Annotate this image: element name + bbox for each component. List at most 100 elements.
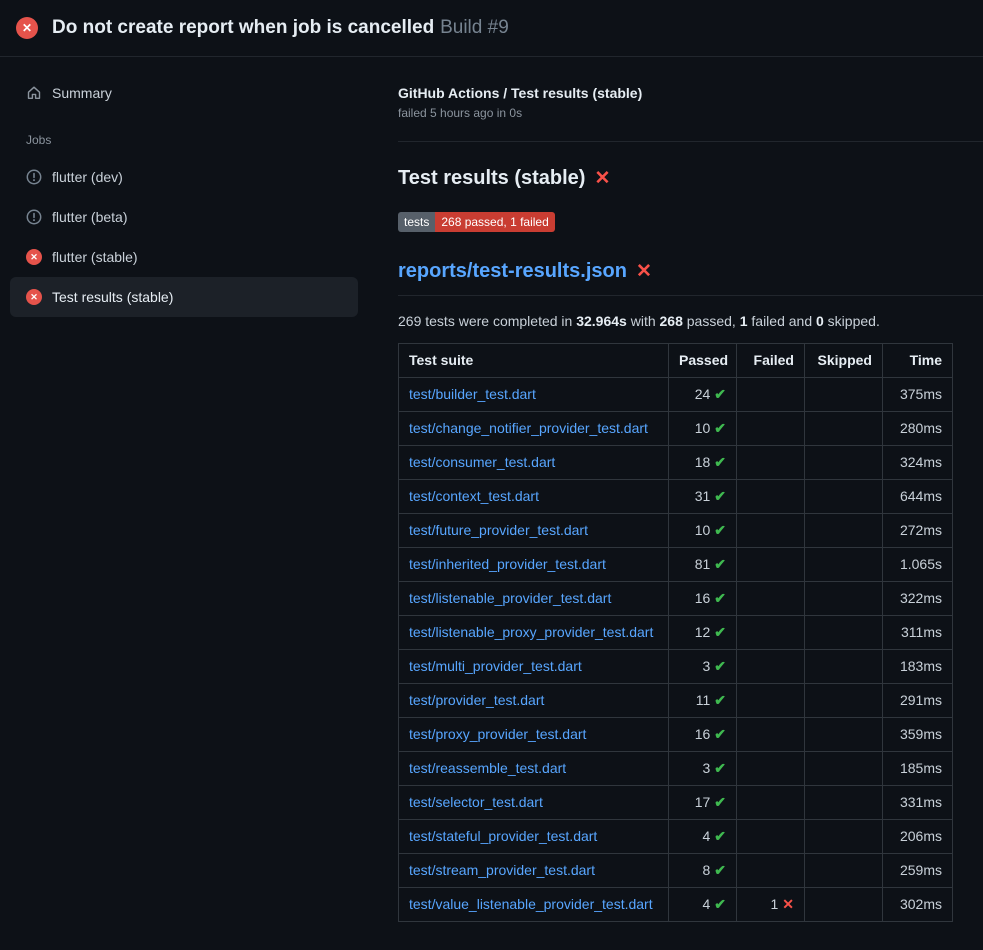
table-row: test/provider_test.dart 11✔ 291ms	[399, 684, 953, 718]
summary-time: 32.964s	[576, 313, 627, 329]
sidebar-item-summary[interactable]: Summary	[10, 73, 358, 113]
time-cell: 302ms	[883, 888, 953, 922]
time-cell: 1.065s	[883, 548, 953, 582]
passed-count: 16	[695, 590, 711, 606]
test-suite-link[interactable]: test/reassemble_test.dart	[409, 760, 566, 776]
time-cell: 280ms	[883, 412, 953, 446]
test-suite-link[interactable]: test/inherited_provider_test.dart	[409, 556, 606, 572]
passed-count: 10	[695, 522, 711, 538]
test-suite-link[interactable]: test/value_listenable_provider_test.dart	[409, 896, 653, 912]
skipped-cell	[805, 582, 883, 616]
passed-cell: 11✔	[669, 684, 737, 718]
summary-line: 269 tests were completed in 32.964s with…	[398, 313, 983, 329]
summary-skipped: 0	[816, 313, 824, 329]
run-header: ✕ Do not create report when job is cance…	[0, 0, 983, 57]
test-suite-link[interactable]: test/change_notifier_provider_test.dart	[409, 420, 648, 436]
test-suite-link[interactable]: test/stream_provider_test.dart	[409, 862, 595, 878]
suite-cell: test/change_notifier_provider_test.dart	[399, 412, 669, 446]
failed-cell: 1✕	[737, 888, 805, 922]
failed-status-icon: ✕	[26, 249, 42, 265]
passed-cell: 8✔	[669, 854, 737, 888]
check-icon: ✔	[714, 556, 726, 572]
passed-count: 3	[702, 760, 710, 776]
cross-icon: ✕	[782, 896, 794, 912]
table-row: test/selector_test.dart17✔331ms	[399, 786, 953, 820]
passed-cell: 81✔	[669, 548, 737, 582]
skipped-cell	[805, 650, 883, 684]
table-row: test/consumer_test.dart18✔324ms	[399, 446, 953, 480]
table-row: test/inherited_provider_test.dart 81✔ 1.06…	[399, 548, 953, 582]
passed-cell: 10✔	[669, 412, 737, 446]
passed-count: 11	[696, 692, 711, 708]
test-suite-link[interactable]: test/listenable_proxy_provider_test.dart	[409, 624, 653, 640]
suite-cell: test/listenable_proxy_provider_test.dart	[399, 616, 669, 650]
test-suite-link[interactable]: test/stateful_provider_test.dart	[409, 828, 597, 844]
failed-cell	[737, 752, 805, 786]
check-icon: ✔	[714, 794, 726, 810]
skipped-cell	[805, 378, 883, 412]
time-cell: 272ms	[883, 514, 953, 548]
test-suite-link[interactable]: test/multi_provider_test.dart	[409, 658, 582, 674]
sidebar-item-flutter-beta[interactable]: flutter (beta)	[10, 197, 358, 237]
col-header-skipped: Skipped	[805, 344, 883, 378]
suite-cell: test/reassemble_test.dart	[399, 752, 669, 786]
failed-cell	[737, 820, 805, 854]
passed-count: 10	[695, 420, 711, 436]
sidebar-item-test-results-stable[interactable]: ✕ Test results (stable)	[10, 277, 358, 317]
results-table: Test suite Passed Failed Skipped Time te…	[398, 343, 953, 922]
check-icon: ✔	[714, 896, 726, 912]
failed-cell	[737, 786, 805, 820]
failed-cell	[737, 616, 805, 650]
sidebar-item-flutter-dev[interactable]: flutter (dev)	[10, 157, 358, 197]
test-suite-link[interactable]: test/context_test.dart	[409, 488, 539, 504]
passed-cell: 10✔	[669, 514, 737, 548]
report-link[interactable]: reports/test-results.json	[398, 260, 627, 283]
passed-count: 4	[702, 896, 710, 912]
passed-cell: 3✔	[669, 650, 737, 684]
test-suite-link[interactable]: test/provider_test.dart	[409, 692, 544, 708]
suite-cell: test/context_test.dart	[399, 480, 669, 514]
skipped-cell	[805, 820, 883, 854]
sidebar-item-flutter-stable[interactable]: ✕ flutter (stable)	[10, 237, 358, 277]
skipped-cell	[805, 752, 883, 786]
suite-cell: test/listenable_provider_test.dart	[399, 582, 669, 616]
table-row: test/multi_provider_test.dart3✔183ms	[399, 650, 953, 684]
table-row: test/change_notifier_provider_test.dart 1…	[399, 412, 953, 446]
suite-cell: test/multi_provider_test.dart	[399, 650, 669, 684]
test-suite-link[interactable]: test/builder_test.dart	[409, 386, 536, 402]
report-title: reports/test-results.json ✕	[398, 260, 983, 296]
summary-passed: 268	[660, 313, 683, 329]
passed-cell: 4✔	[669, 888, 737, 922]
passed-cell: 31✔	[669, 480, 737, 514]
badge-label: tests	[398, 212, 435, 232]
sidebar: Summary Jobs flutter (dev) flut	[0, 57, 370, 317]
table-row: test/stream_provider_test.dart8✔259ms	[399, 854, 953, 888]
test-suite-link[interactable]: test/selector_test.dart	[409, 794, 543, 810]
suite-cell: test/inherited_provider_test.dart	[399, 548, 669, 582]
suite-cell: test/consumer_test.dart	[399, 446, 669, 480]
failed-cell	[737, 684, 805, 718]
suite-cell: test/builder_test.dart	[399, 378, 669, 412]
passed-count: 24	[695, 386, 711, 402]
failed-cell	[737, 854, 805, 888]
time-cell: 324ms	[883, 446, 953, 480]
test-suite-link[interactable]: test/listenable_provider_test.dart	[409, 590, 611, 606]
failed-cell	[737, 412, 805, 446]
suite-cell: test/value_listenable_provider_test.dart	[399, 888, 669, 922]
col-header-passed: Passed	[669, 344, 737, 378]
test-suite-link[interactable]: test/consumer_test.dart	[409, 454, 555, 470]
sidebar-job-label: Test results (stable)	[52, 289, 173, 305]
time-cell: 291ms	[883, 684, 953, 718]
skipped-cell	[805, 684, 883, 718]
run-title: Do not create report when job is cancell…	[52, 17, 434, 38]
test-suite-link[interactable]: test/future_provider_test.dart	[409, 522, 588, 538]
divider	[398, 141, 983, 142]
check-icon: ✔	[714, 828, 726, 844]
check-icon: ✔	[714, 386, 726, 402]
failed-cell	[737, 582, 805, 616]
test-suite-link[interactable]: test/proxy_provider_test.dart	[409, 726, 586, 742]
table-row: test/stateful_provider_test.dart4✔206ms	[399, 820, 953, 854]
check-icon: ✔	[714, 454, 726, 470]
suite-cell: test/proxy_provider_test.dart	[399, 718, 669, 752]
failed-cell	[737, 548, 805, 582]
